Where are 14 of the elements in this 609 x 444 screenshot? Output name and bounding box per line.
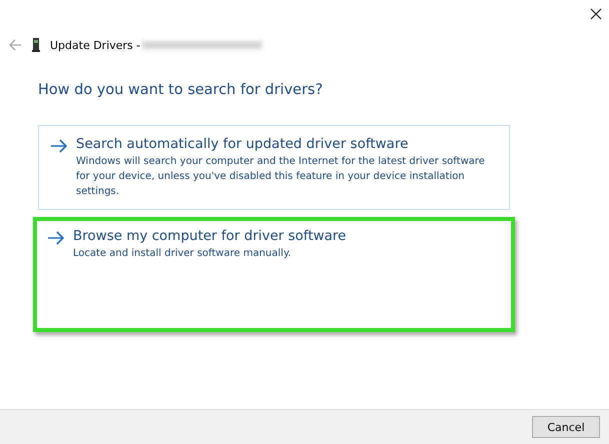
window-title: Update Drivers - [50, 38, 140, 52]
device-icon [32, 38, 40, 52]
option-card[interactable] [38, 125, 510, 210]
heading: How do you want to search for drivers? [38, 82, 324, 98]
option-title: Search automatically for updated driver software [76, 136, 410, 152]
option-title: Browse my computer for driver software [73, 228, 346, 244]
back-arrow-icon [8, 38, 22, 52]
arrow-icon [50, 139, 68, 153]
option-description: Windows will search your computer and the Internet for the latest driver software for your device, unless you've disabled this feature in your device installation settings. [76, 155, 486, 199]
close-icon [590, 8, 602, 20]
arrow-icon [47, 231, 65, 245]
cancel-button[interactable]: Cancel [532, 416, 600, 438]
option-card[interactable]: Browse my computer for driver software Locate and install driver software manually. [33, 217, 515, 332]
option-description: Locate and install driver software manually. [73, 247, 292, 261]
